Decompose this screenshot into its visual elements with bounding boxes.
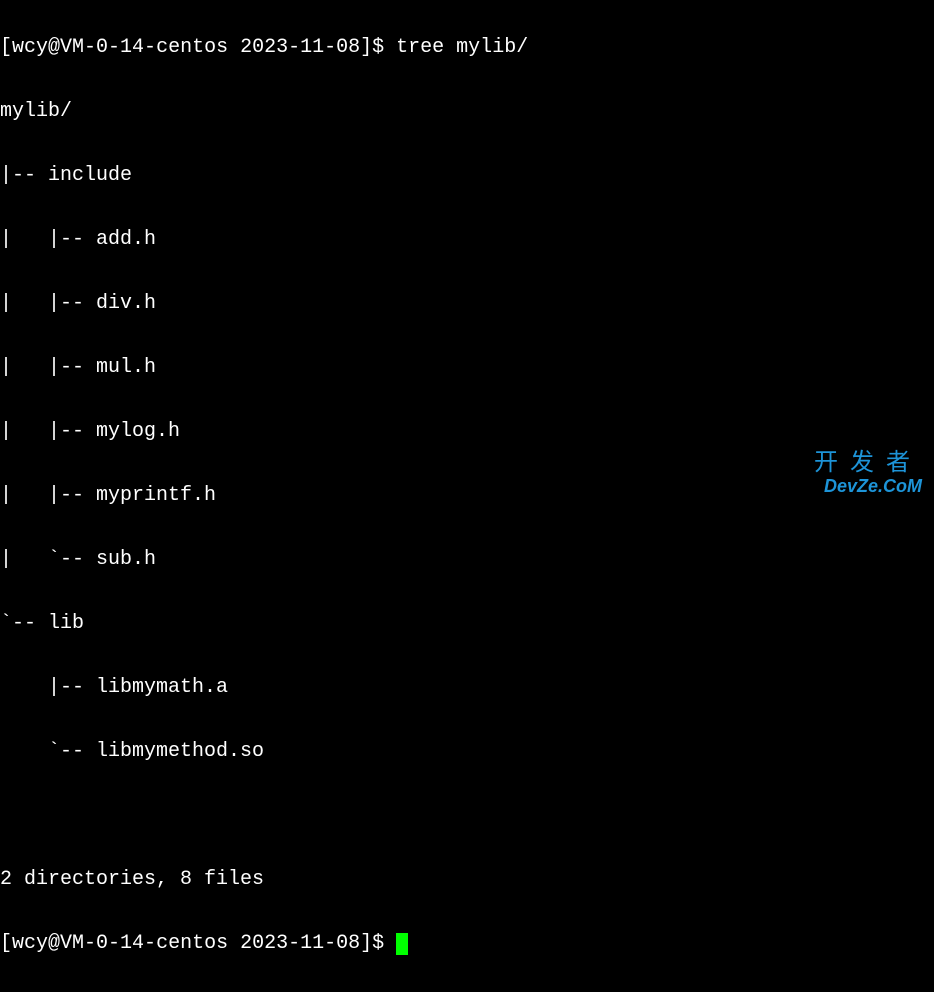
terminal-output[interactable]: [wcy@VM-0-14-centos 2023-11-08]$ tree my…: [0, 0, 934, 992]
tree-line: | `-- sub.h: [0, 544, 934, 576]
tree-line: | |-- myprintf.h: [0, 480, 934, 512]
prompt-line-1: [wcy@VM-0-14-centos 2023-11-08]$ tree my…: [0, 32, 934, 64]
tree-summary: 2 directories, 8 files: [0, 864, 934, 896]
tree-line: | |-- mylog.h: [0, 416, 934, 448]
command-text: tree mylib/: [396, 36, 528, 59]
tree-line: | |-- div.h: [0, 288, 934, 320]
tree-line: `-- lib: [0, 608, 934, 640]
tree-line: `-- libmymethod.so: [0, 736, 934, 768]
tree-line: |-- include: [0, 160, 934, 192]
tree-line: | |-- mul.h: [0, 352, 934, 384]
tree-line: | |-- add.h: [0, 224, 934, 256]
prompt-line-2[interactable]: [wcy@VM-0-14-centos 2023-11-08]$: [0, 928, 934, 960]
cursor: [396, 933, 408, 955]
tree-root: mylib/: [0, 96, 934, 128]
tree-line: |-- libmymath.a: [0, 672, 934, 704]
blank-line: [0, 800, 934, 832]
